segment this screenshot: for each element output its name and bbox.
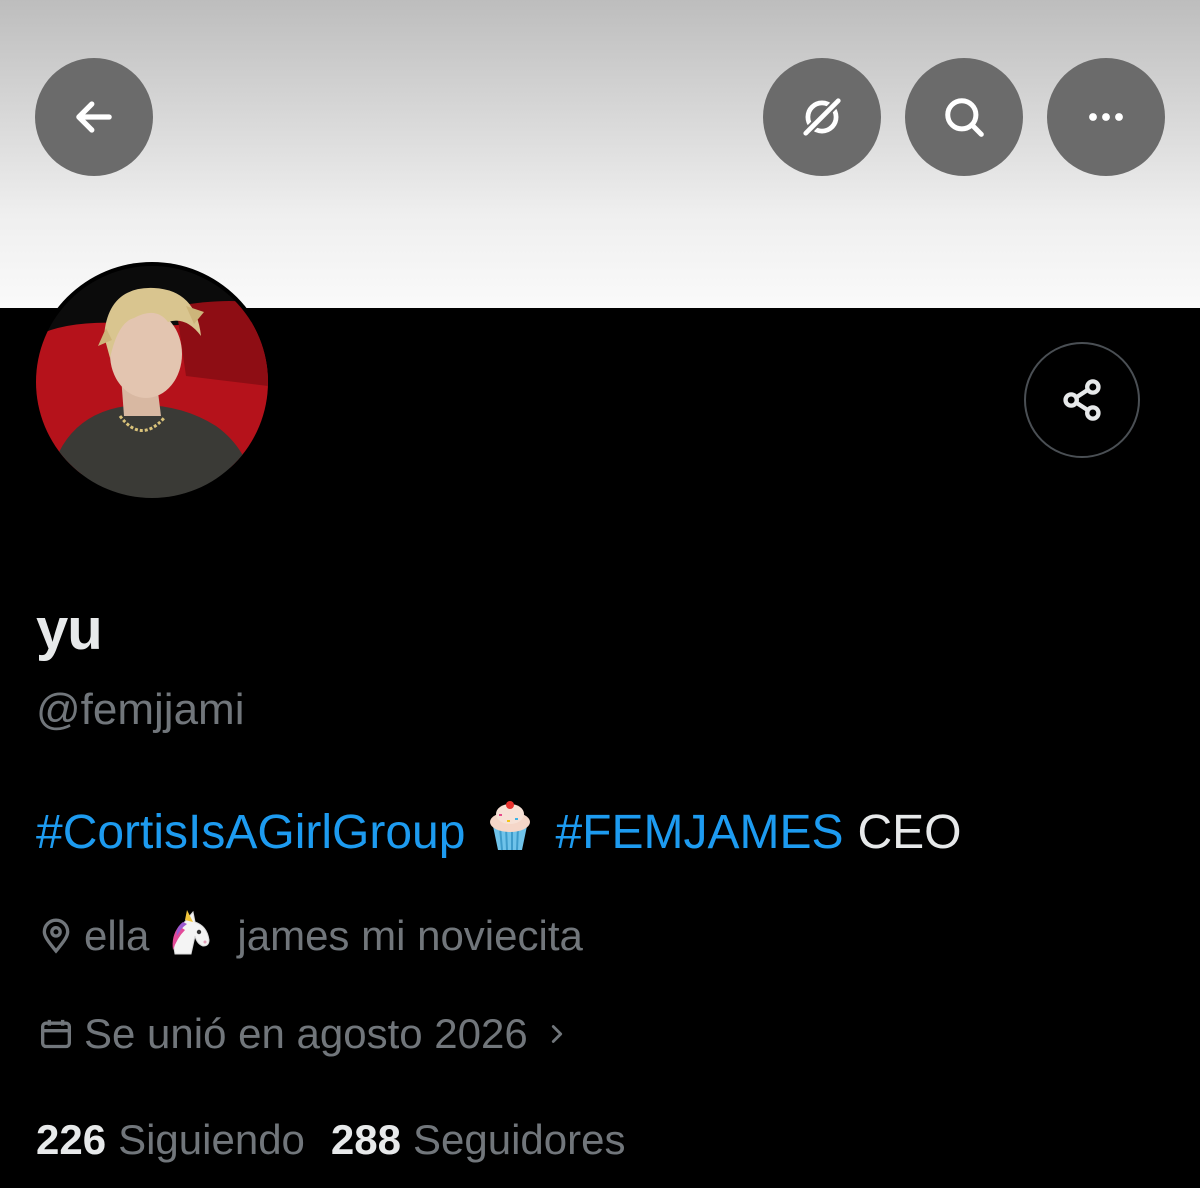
bio-text: CEO: [857, 805, 962, 859]
profile-bio: #CortisIsAGirlGroup #FEMJAMES CEO: [36, 800, 962, 864]
more-horizontal-icon: [1089, 113, 1123, 121]
chevron-right-icon: [551, 1025, 562, 1043]
share-profile-button[interactable]: [1024, 342, 1140, 458]
avatar-ring: [32, 262, 272, 502]
hashtag-link[interactable]: #CortisIsAGirlGroup: [36, 805, 465, 860]
avatar[interactable]: [36, 266, 268, 498]
location-text-2: james mi noviecita: [237, 912, 583, 959]
follow-stats: 226 Siguiendo 288 Seguidores: [36, 1116, 625, 1164]
location-pin-icon: [42, 918, 70, 954]
avatar-photo: [36, 266, 268, 498]
cupcake-emoji: [485, 800, 535, 864]
grok-icon: [801, 96, 843, 138]
join-date-text: Se unió en agosto 2026: [84, 1010, 528, 1057]
display-name: yu: [36, 597, 103, 662]
arrow-left-icon: [76, 101, 112, 133]
profile-banner[interactable]: [0, 0, 1200, 308]
followers-count: 288: [330, 1116, 401, 1163]
search-icon: [945, 98, 984, 137]
more-button[interactable]: [1047, 58, 1165, 176]
share-icon: [1063, 379, 1101, 421]
following-count: 226: [36, 1116, 107, 1163]
location-text-1: ella: [84, 912, 150, 959]
user-handle: @femjjami: [36, 685, 245, 734]
hashtag-link[interactable]: #FEMJAMES: [555, 805, 843, 860]
profile-location: ella james mi noviecita: [36, 906, 583, 966]
profile-join-date[interactable]: Se unió en agosto 2026: [36, 1010, 572, 1058]
following-link[interactable]: 226 Siguiendo: [36, 1116, 305, 1164]
followers-label: Seguidores: [412, 1116, 626, 1163]
followers-link[interactable]: 288 Seguidores: [331, 1116, 626, 1164]
grok-button[interactable]: [763, 58, 881, 176]
search-button[interactable]: [905, 58, 1023, 176]
following-label: Siguiendo: [118, 1116, 305, 1163]
calendar-icon: [41, 1019, 71, 1049]
unicorn-emoji: [165, 906, 215, 966]
back-button[interactable]: [35, 58, 153, 176]
